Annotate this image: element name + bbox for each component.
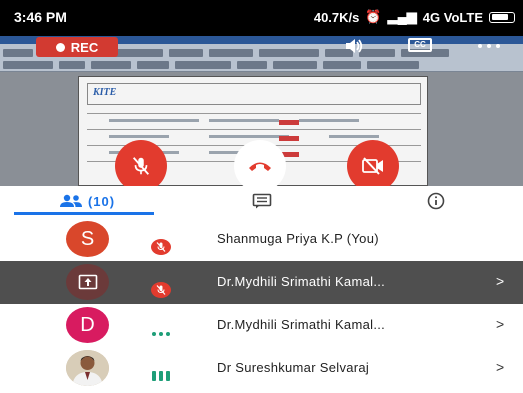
speaker-icon[interactable] xyxy=(344,38,364,54)
participant-count: (10) xyxy=(87,193,116,209)
participant-row[interactable]: D Dr.Mydhili Srimathi Kamal... > xyxy=(0,304,523,347)
participant-name: Dr Sureshkumar Selvaraj xyxy=(217,360,370,375)
mic-muted-icon xyxy=(151,239,171,255)
captions-icon[interactable]: CC xyxy=(408,38,432,52)
status-indicators: 40.7K/s ⏰ ▂▄▆ 4G VoLTE xyxy=(314,9,515,25)
chevron-right-icon[interactable]: > xyxy=(496,316,504,332)
chat-icon xyxy=(252,193,271,209)
info-icon xyxy=(427,192,445,210)
audio-speaking-icon xyxy=(152,371,170,381)
video-area[interactable]: KITE REC CC xyxy=(0,36,523,186)
chevron-right-icon[interactable]: > xyxy=(496,273,504,289)
active-tab-indicator xyxy=(14,212,154,215)
presenting-icon xyxy=(78,274,97,290)
recording-label: REC xyxy=(70,39,99,55)
more-options-icon[interactable] xyxy=(478,44,508,50)
camera-toggle-button[interactable] xyxy=(347,140,399,186)
mic-muted-icon xyxy=(151,282,171,298)
camera-off-icon xyxy=(362,157,383,175)
document-logo: KITE xyxy=(93,87,117,98)
tab-chat[interactable] xyxy=(174,186,349,216)
status-bar: 3:46 PM 40.7K/s ⏰ ▂▄▆ 4G VoLTE xyxy=(0,0,523,36)
avatar: D xyxy=(66,307,109,343)
status-time: 3:46 PM xyxy=(14,9,67,25)
network-speed: 40.7K/s xyxy=(313,9,360,25)
participant-list: S Shanmuga Priya K.P (You) Dr.Mydhili Sr… xyxy=(0,218,523,393)
record-dot-icon xyxy=(55,42,65,52)
participant-row[interactable]: S Shanmuga Priya K.P (You) xyxy=(0,218,523,261)
document-header xyxy=(87,83,421,105)
chevron-right-icon[interactable]: > xyxy=(496,359,504,375)
avatar xyxy=(66,350,109,386)
participant-name: Dr.Mydhili Srimathi Kamal... xyxy=(217,274,386,289)
mic-off-icon xyxy=(132,157,150,175)
participant-row[interactable]: Dr.Mydhili Srimathi Kamal... > xyxy=(0,261,523,304)
signal-icon: ▂▄▆ xyxy=(387,9,417,24)
network-type: 4G VoLTE xyxy=(422,9,483,25)
participant-name: Shanmuga Priya K.P (You) xyxy=(217,231,379,246)
profile-photo xyxy=(66,350,109,386)
avatar: S xyxy=(66,221,109,257)
end-call-button[interactable] xyxy=(234,140,286,186)
people-icon xyxy=(59,194,82,207)
audio-idle-icon xyxy=(152,332,170,336)
tab-info[interactable] xyxy=(349,186,523,216)
alarm-icon: ⏰ xyxy=(365,9,382,24)
participant-row[interactable]: Dr Sureshkumar Selvaraj > xyxy=(0,347,523,390)
hang-up-icon xyxy=(249,162,271,171)
battery-icon xyxy=(489,11,515,23)
mic-toggle-button[interactable] xyxy=(115,140,167,186)
recording-badge: REC xyxy=(36,37,118,57)
participant-name: Dr.Mydhili Srimathi Kamal... xyxy=(217,317,386,332)
avatar xyxy=(66,264,109,300)
